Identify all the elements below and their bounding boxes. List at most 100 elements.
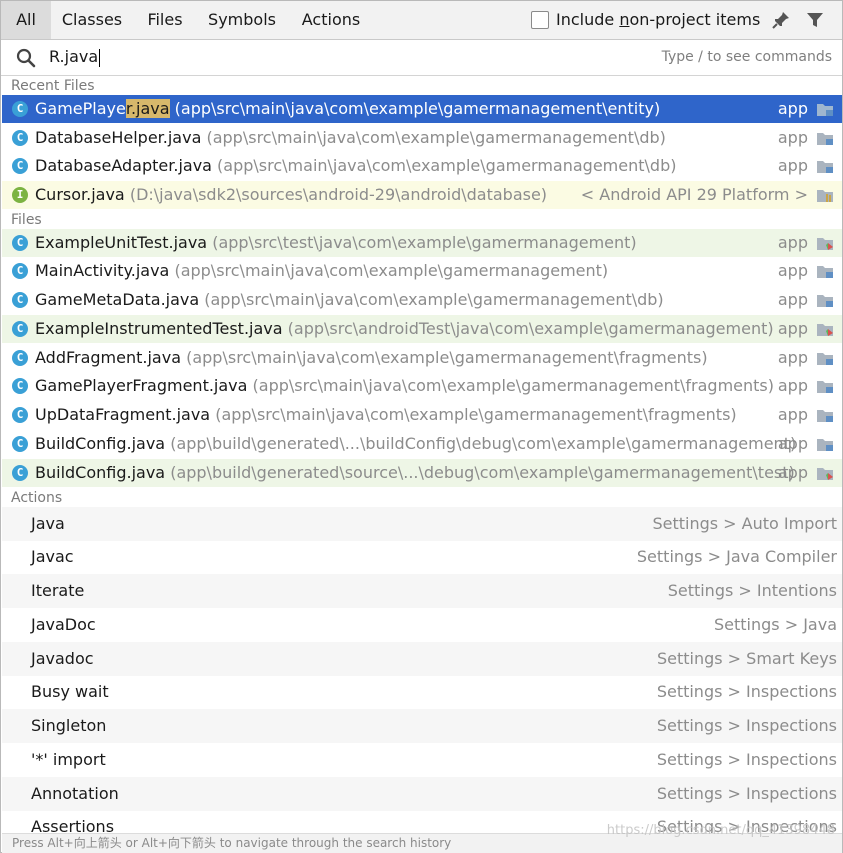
- file-name: AddFragment.java (app\src\main\java\com\…: [35, 348, 708, 367]
- recent-file-row[interactable]: C DatabaseHelper.java (app\src\main\java…: [2, 124, 842, 152]
- module-folder-icon: [817, 133, 833, 145]
- file-row[interactable]: C GamePlayerFragment.java (app\src\main\…: [2, 372, 842, 400]
- file-row[interactable]: C GameMetaData.java (app\src\main\java\c…: [2, 286, 842, 314]
- module-folder-icon: [817, 295, 833, 307]
- file-name: GameMetaData.java (app\src\main\java\com…: [35, 290, 664, 309]
- class-icon: C: [12, 158, 28, 174]
- action-row[interactable]: Javadoc Settings > Smart Keys: [2, 642, 842, 676]
- recent-file-row[interactable]: C DatabaseAdapter.java (app\src\main\jav…: [2, 152, 842, 180]
- action-label: Annotation: [31, 784, 119, 803]
- module-label: app: [777, 99, 808, 118]
- file-name: GamePlayer.java (app\src\main\java\com\e…: [35, 99, 661, 118]
- file-name: BuildConfig.java (app\build\generated\so…: [35, 463, 795, 482]
- file-row[interactable]: C AddFragment.java (app\src\main\java\co…: [2, 344, 842, 372]
- action-label: Singleton: [31, 716, 107, 735]
- action-row[interactable]: Busy wait Settings > Inspections: [2, 675, 842, 709]
- action-label: Iterate: [31, 581, 85, 600]
- test-class-icon: C: [12, 465, 28, 481]
- search-everywhere-popup: All Classes Files Symbols Actions Includ…: [0, 0, 843, 853]
- test-class-icon: C: [12, 235, 28, 251]
- action-location: Settings > Intentions: [667, 581, 837, 600]
- action-row[interactable]: Iterate Settings > Intentions: [2, 574, 842, 608]
- interface-icon: I: [12, 187, 28, 203]
- file-name: GamePlayerFragment.java (app\src\main\ja…: [35, 376, 774, 395]
- file-name: DatabaseAdapter.java (app\src\main\java\…: [35, 156, 677, 175]
- module-label: app: [777, 156, 808, 175]
- action-label: '*' import: [31, 750, 106, 769]
- search-input[interactable]: R.java: [49, 45, 101, 69]
- tab-actions[interactable]: Actions: [293, 1, 369, 39]
- class-icon: C: [12, 292, 28, 308]
- module-label: app: [777, 463, 808, 482]
- file-name: ExampleUnitTest.java (app\src\test\java\…: [35, 233, 637, 252]
- file-row[interactable]: C ExampleInstrumentedTest.java (app\src\…: [2, 315, 842, 343]
- test-folder-icon: [817, 238, 833, 250]
- action-location: Settings > Inspections: [656, 716, 837, 735]
- class-icon: C: [12, 378, 28, 394]
- module-label: app: [777, 128, 808, 147]
- action-row[interactable]: Javac Settings > Java Compiler: [2, 540, 842, 574]
- module-label: < Android API 29 Platform >: [580, 185, 808, 204]
- module-label: app: [777, 434, 808, 453]
- tab-symbols[interactable]: Symbols: [201, 1, 283, 39]
- file-name: MainActivity.java (app\src\main\java\com…: [35, 261, 609, 280]
- action-row[interactable]: Singleton Settings > Inspections: [2, 709, 842, 743]
- module-folder-icon: [817, 353, 833, 365]
- test-class-icon: C: [12, 321, 28, 337]
- action-location: Settings > Inspections: [656, 784, 837, 803]
- file-name: Cursor.java (D:\java\sdk2\sources\androi…: [35, 185, 548, 204]
- watermark: https://blog.csdn.net/qq_41398448: [606, 823, 835, 838]
- action-location: Settings > Auto Import: [652, 514, 837, 533]
- module-folder-icon: [817, 104, 833, 116]
- action-location: Settings > Inspections: [656, 750, 837, 769]
- file-name: BuildConfig.java (app\build\generated\..…: [35, 434, 797, 453]
- recent-files-header: Recent Files: [11, 78, 95, 94]
- class-icon: C: [12, 101, 28, 117]
- action-row[interactable]: '*' import Settings > Inspections: [2, 743, 842, 777]
- action-location: Settings > Java Compiler: [636, 547, 837, 566]
- action-location: Settings > Java: [714, 615, 837, 634]
- file-row[interactable]: C BuildConfig.java (app\build\generated\…: [2, 430, 842, 458]
- file-name: UpDataFragment.java (app\src\main\java\c…: [35, 405, 737, 424]
- module-folder-icon: [817, 381, 833, 393]
- action-location: Settings > Smart Keys: [656, 649, 837, 668]
- include-non-project-checkbox[interactable]: [531, 11, 549, 29]
- files-header: Files: [11, 212, 42, 228]
- file-row[interactable]: C UpDataFragment.java (app\src\main\java…: [2, 401, 842, 429]
- tab-bar: All Classes Files Symbols Actions Includ…: [1, 1, 842, 40]
- file-row[interactable]: C BuildConfig.java (app\build\generated\…: [2, 459, 842, 487]
- commands-hint: Type / to see commands: [661, 49, 832, 65]
- file-row[interactable]: C ExampleUnitTest.java (app\src\test\jav…: [2, 229, 842, 257]
- file-row[interactable]: C MainActivity.java (app\src\main\java\c…: [2, 257, 842, 285]
- action-row[interactable]: JavaDoc Settings > Java: [2, 608, 842, 642]
- module-folder-icon: [817, 410, 833, 422]
- action-location: Settings > Inspections: [656, 682, 837, 701]
- action-label: Javadoc: [31, 649, 94, 668]
- search-icon: [16, 48, 36, 68]
- actions-header: Actions: [11, 490, 63, 506]
- pin-icon[interactable]: [771, 10, 791, 30]
- include-non-project-label: Include non-project items: [556, 10, 761, 29]
- tab-files[interactable]: Files: [139, 1, 191, 39]
- tab-all[interactable]: All: [1, 1, 51, 39]
- module-label: app: [777, 376, 808, 395]
- recent-file-row[interactable]: C GamePlayer.java (app\src\main\java\com…: [2, 95, 842, 123]
- file-name: ExampleInstrumentedTest.java (app\src\an…: [35, 319, 774, 338]
- test-folder-icon: [817, 324, 833, 336]
- class-icon: C: [12, 407, 28, 423]
- module-folder-icon: [817, 161, 833, 173]
- class-icon: C: [12, 263, 28, 279]
- action-label: JavaDoc: [31, 615, 96, 634]
- footer-hint: Press Alt+向上箭头 or Alt+向下箭头 to navigate t…: [12, 836, 452, 850]
- module-label: app: [777, 405, 808, 424]
- module-folder-icon: [817, 439, 833, 451]
- action-row[interactable]: Annotation Settings > Inspections: [2, 777, 842, 811]
- recent-file-row[interactable]: I Cursor.java (D:\java\sdk2\sources\andr…: [2, 181, 842, 209]
- tab-classes[interactable]: Classes: [56, 1, 128, 39]
- module-label: app: [777, 233, 808, 252]
- library-icon: [817, 190, 833, 202]
- action-label: Busy wait: [31, 682, 109, 701]
- action-row[interactable]: Java Settings > Auto Import: [2, 507, 842, 541]
- filter-icon[interactable]: [806, 11, 824, 29]
- module-label: app: [777, 290, 808, 309]
